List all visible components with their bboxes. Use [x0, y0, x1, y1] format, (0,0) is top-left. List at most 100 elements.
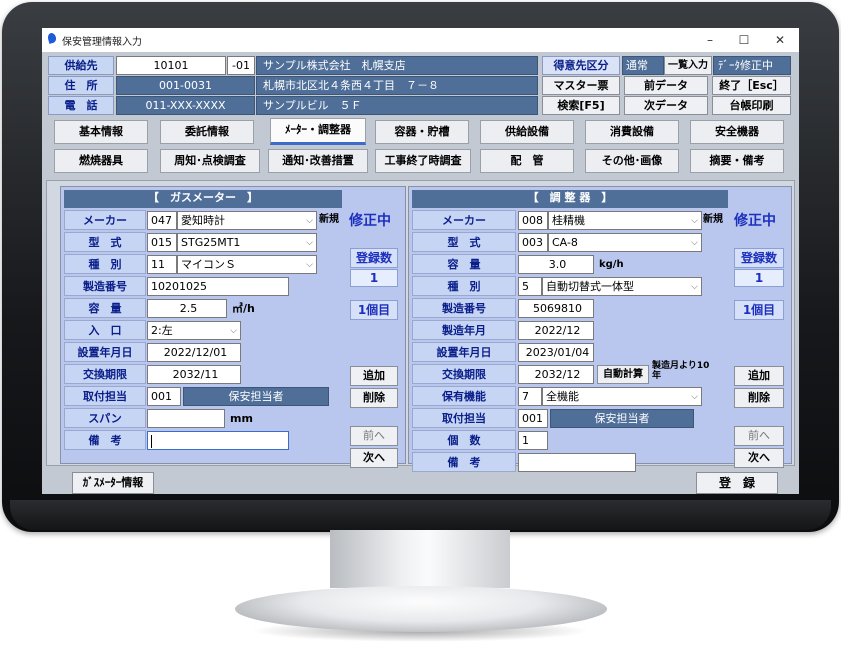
- gm-next-button[interactable]: 次へ: [350, 448, 398, 468]
- gm-type-label: 種 別: [64, 254, 146, 274]
- app-drop-icon: [46, 32, 58, 44]
- rg-type-code[interactable]: 5: [518, 277, 542, 296]
- rg-installer-code[interactable]: 001: [518, 409, 548, 428]
- master-ticket-button[interactable]: マスター票: [542, 76, 620, 95]
- gm-notes-field[interactable]: [147, 431, 289, 450]
- window-titlebar: 保安管理情報入力 – ☐ ✕: [42, 28, 799, 52]
- tab-supply-equipment[interactable]: 供給設備: [480, 120, 574, 144]
- phone-label: 電 話: [48, 96, 114, 115]
- address-text: 札幌市北区北４条西４丁目 ７－８: [256, 76, 538, 95]
- supplier-code-field[interactable]: 10101: [116, 56, 226, 75]
- customer-class-label: 得意先区分: [542, 56, 620, 75]
- rg-maker-select[interactable]: 桂精機 ⌵: [548, 211, 702, 230]
- rg-type-select[interactable]: 自動切替式一体型 ⌵: [542, 277, 702, 296]
- tab-safety-devices[interactable]: 安全機器: [690, 120, 784, 144]
- search-button[interactable]: 検索[F5]: [542, 96, 620, 115]
- supplier-name: サンプル株式会社 札幌支店: [256, 56, 538, 75]
- rg-maker-name: 桂精機: [552, 214, 585, 227]
- rg-notes-label: 備 考: [412, 452, 516, 472]
- gm-delete-button[interactable]: 削除: [350, 388, 398, 408]
- gm-capacity-field[interactable]: 2.5: [147, 299, 227, 318]
- rg-feature-code[interactable]: 7: [518, 387, 542, 406]
- rg-add-button[interactable]: 追加: [734, 366, 784, 386]
- rg-next-button[interactable]: 次へ: [734, 448, 784, 468]
- rg-expiry-field[interactable]: 2032/12: [518, 365, 594, 384]
- rg-model-select[interactable]: CA-8 ⌵: [548, 233, 702, 252]
- gm-inlet-label: 入 口: [64, 320, 146, 340]
- maximize-button[interactable]: ☐: [732, 31, 756, 49]
- rg-notes-field[interactable]: [518, 453, 636, 472]
- rg-serial-field[interactable]: 5069810: [518, 299, 594, 318]
- gm-installer-code[interactable]: 001: [147, 387, 181, 406]
- tab-other-images[interactable]: その他･画像: [585, 149, 679, 173]
- rg-install-field[interactable]: 2023/01/04: [518, 343, 594, 362]
- gm-install-label: 設置年月日: [64, 342, 146, 362]
- rg-maker-code[interactable]: 008: [518, 211, 548, 230]
- ledger-print-button[interactable]: 台帳印刷: [712, 96, 791, 115]
- gm-capacity-unit: ㎥/h: [232, 302, 255, 315]
- prev-data-button[interactable]: 前データ: [624, 76, 708, 95]
- tab-combustion-appliances[interactable]: 燃焼器具: [54, 149, 148, 173]
- gm-model-select[interactable]: STG25MT1 ⌵: [177, 233, 317, 252]
- gm-install-field[interactable]: 2022/12/01: [147, 343, 241, 362]
- chevron-down-icon: ⌵: [306, 260, 313, 270]
- list-input-button[interactable]: 一覧入力: [664, 56, 712, 75]
- gm-maker-select[interactable]: 愛知時計 ⌵: [177, 211, 317, 230]
- rg-prev-button[interactable]: 前へ: [734, 426, 784, 446]
- rg-type-name: 自動切替式一体型: [546, 280, 634, 293]
- gm-expiry-field[interactable]: 2032/11: [147, 365, 241, 384]
- rg-installer-name: 保安担当者: [550, 409, 694, 428]
- tab-basic-info[interactable]: 基本情報: [54, 120, 148, 144]
- gm-expiry-label: 交換期限: [64, 364, 146, 384]
- gm-prev-button[interactable]: 前へ: [350, 426, 398, 446]
- rg-delete-button[interactable]: 削除: [734, 388, 784, 408]
- gm-span-field[interactable]: [147, 409, 225, 428]
- gm-type-code[interactable]: 11: [147, 255, 177, 274]
- exit-button[interactable]: 終了［Esc］: [712, 76, 791, 95]
- register-button[interactable]: 登 録: [696, 472, 778, 494]
- gm-new-label: 新規: [319, 214, 339, 225]
- gm-maker-name: 愛知時計: [181, 214, 225, 227]
- gm-model-code[interactable]: 015: [147, 233, 177, 252]
- gm-inlet-value: 2:左: [151, 324, 173, 337]
- tab-notice-inspection[interactable]: 周知･点検調査: [160, 149, 260, 173]
- gm-maker-code[interactable]: 047: [147, 211, 177, 230]
- data-editing-status: ﾃﾞｰﾀ修正中: [713, 56, 791, 75]
- rg-auto-calc-button[interactable]: 自動計算: [597, 365, 649, 384]
- rg-feature-label: 保有機能: [412, 386, 516, 406]
- gm-status: 修正中: [349, 213, 391, 229]
- tab-commission-info[interactable]: 委託情報: [160, 120, 254, 144]
- tab-container-tank[interactable]: 容器・貯槽: [375, 120, 469, 144]
- chevron-down-icon: ⌵: [691, 282, 698, 292]
- screen: 保安管理情報入力 – ☐ ✕ 供給先 10101 -01 サンプル株式会社 札幌…: [42, 28, 799, 494]
- rg-qty-label: 個 数: [412, 430, 516, 450]
- rg-capacity-field[interactable]: 3.0: [518, 255, 594, 274]
- next-data-button[interactable]: 次データ: [624, 96, 708, 115]
- minimize-button[interactable]: –: [698, 31, 722, 49]
- chevron-down-icon: ⌵: [691, 392, 698, 402]
- tab-summary-notes[interactable]: 摘要・備考: [690, 149, 784, 173]
- tab-meter-regulator[interactable]: ﾒｰﾀｰ・調整器: [270, 118, 366, 145]
- rg-model-code[interactable]: 003: [518, 233, 548, 252]
- rg-count-label: 登録数: [734, 248, 784, 268]
- supplier-label: 供給先: [48, 56, 114, 75]
- close-button[interactable]: ✕: [768, 31, 792, 49]
- supplier-sub-field[interactable]: -01: [227, 56, 255, 75]
- gm-span-unit: mm: [230, 412, 253, 425]
- rg-qty-field[interactable]: 1: [518, 431, 548, 450]
- gm-type-name: マイコンＳ: [181, 258, 236, 271]
- gm-add-button[interactable]: 追加: [350, 366, 398, 386]
- gm-serial-field[interactable]: 10201025: [147, 277, 289, 296]
- gm-inlet-select[interactable]: 2:左 ⌵: [147, 321, 241, 340]
- rg-feature-select[interactable]: 全機能 ⌵: [542, 387, 702, 406]
- gas-meter-info-button[interactable]: ｶﾞｽﾒｰﾀｰ情報: [72, 472, 154, 494]
- tab-notification-improvement[interactable]: 通知･改善措置: [268, 149, 368, 173]
- gm-type-select[interactable]: マイコンＳ ⌵: [177, 255, 317, 274]
- rg-auto-note: 製造月より10年: [652, 361, 710, 381]
- rg-expiry-label: 交換期限: [412, 364, 516, 384]
- rg-maker-label: メーカー: [412, 210, 516, 230]
- rg-mfg-field[interactable]: 2022/12: [518, 321, 594, 340]
- tab-piping[interactable]: 配 管: [480, 149, 574, 173]
- tab-consumption-equipment[interactable]: 消費設備: [585, 120, 679, 144]
- tab-construction-survey[interactable]: 工事終了時調査: [375, 149, 471, 173]
